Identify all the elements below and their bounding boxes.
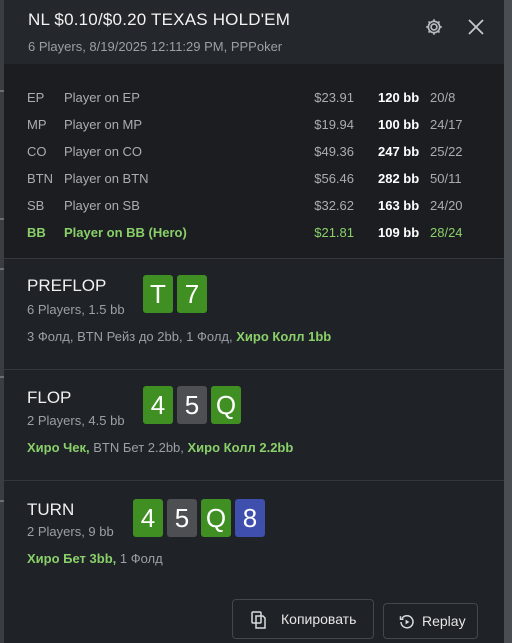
hero-player-row: BB Player on BB (Hero) $21.81 109 bb 28/… (4, 221, 504, 247)
replay-button-label: Replay (422, 613, 466, 629)
player-stack-bb: 100 bb (378, 117, 420, 132)
player-stack-bb: 120 bb (378, 90, 420, 105)
hand-history-panel: NL $0.10/$0.20 TEXAS HOLD'EM 6 Players, … (4, 0, 504, 643)
copy-button-label: Копировать (281, 611, 357, 627)
player-name: Player on EP (64, 90, 140, 105)
hero-action-text: Хиро Колл 2.2bb (187, 440, 294, 455)
player-stats: 50/11 (430, 171, 462, 186)
player-stack-bb: 247 bb (378, 144, 420, 159)
hole-card: 7 (177, 275, 207, 313)
player-name: Player on BB (Hero) (64, 225, 187, 240)
copy-icon (251, 611, 266, 629)
player-stack-dollars: $19.94 (314, 117, 354, 132)
player-position: MP (27, 117, 47, 132)
player-row: EP Player on EP $23.91 120 bb 20/8 (4, 86, 504, 112)
player-stack-dollars: $23.91 (314, 90, 354, 105)
street-info: 2 Players, 9 bb (27, 524, 114, 539)
player-stack-dollars: $49.36 (314, 144, 354, 159)
board-card: 5 (167, 499, 197, 537)
player-row: MP Player on MP $19.94 100 bb 24/17 (4, 113, 504, 139)
player-stack-dollars: $32.62 (314, 198, 354, 213)
hand-title: NL $0.10/$0.20 TEXAS HOLD'EM (28, 10, 291, 29)
action-text: 3 Фолд, BTN Рейз до 2bb, 1 Фолд, (27, 329, 237, 344)
hand-subtitle: 6 Players, 8/19/2025 12:11:29 PM, PPPoke… (28, 39, 283, 54)
player-name: Player on SB (64, 198, 140, 213)
player-stats: 24/20 (430, 198, 463, 213)
player-stack-bb: 282 bb (378, 171, 420, 186)
board-card: 8 (235, 499, 265, 537)
street-name: FLOP (27, 388, 72, 407)
street-actions: Хиро Бет 3bb, 1 Фолд (27, 551, 163, 566)
hero-action-text: Хиро Колл 1bb (236, 329, 332, 344)
street-flop: FLOP 2 Players, 4.5 bb 4 5 Q Хиро Чек, B… (4, 370, 504, 480)
player-stack-bb: 109 bb (378, 225, 420, 240)
street-actions: Хиро Чек, BTN Бет 2.2bb, Хиро Колл 2.2bb (27, 440, 293, 455)
street-preflop: PREFLOP 6 Players, 1.5 bb T 7 3 Фолд, BT… (4, 259, 504, 369)
player-name: Player on BTN (64, 171, 149, 186)
panel-header: NL $0.10/$0.20 TEXAS HOLD'EM 6 Players, … (4, 0, 504, 64)
player-position: SB (27, 198, 45, 213)
street-name: TURN (27, 500, 75, 519)
players-table: EP Player on EP $23.91 120 bb 20/8 MP Pl… (4, 64, 504, 258)
player-position: CO (27, 144, 47, 159)
street-actions: 3 Фолд, BTN Рейз до 2bb, 1 Фолд, Хиро Ко… (27, 329, 331, 344)
board-card: 4 (143, 386, 173, 424)
street-name: PREFLOP (27, 276, 107, 295)
copy-button[interactable]: Копировать (232, 599, 374, 639)
player-stack-bb: 163 bb (378, 198, 420, 213)
player-stack-dollars: $56.46 (314, 171, 354, 186)
replay-icon (399, 615, 414, 629)
street-turn: TURN 2 Players, 9 bb 4 5 Q 8 Хиро Бет 3b… (4, 481, 504, 591)
hero-action-text: Хиро Чек, (27, 440, 90, 455)
player-position: EP (27, 90, 45, 105)
player-position: BB (27, 225, 46, 240)
player-row: SB Player on SB $32.62 163 bb 24/20 (4, 194, 504, 220)
player-stack-dollars: $21.81 (314, 225, 354, 240)
close-icon[interactable] (464, 15, 488, 39)
player-row: CO Player on CO $49.36 247 bb 25/22 (4, 140, 504, 166)
action-text: BTN Бет 2.2bb, (89, 440, 188, 455)
player-name: Player on CO (64, 144, 143, 159)
hero-action-text: Хиро Бет 3bb, (27, 551, 117, 566)
player-stats: 24/17 (430, 117, 463, 132)
board-card: Q (211, 386, 241, 424)
hole-card: T (143, 275, 173, 313)
gear-icon[interactable] (423, 16, 445, 38)
player-position: BTN (27, 171, 53, 186)
player-stats: 28/24 (430, 225, 463, 240)
player-row: BTN Player on BTN $56.46 282 bb 50/11 (4, 167, 504, 193)
board-card: 5 (177, 386, 207, 424)
replay-button[interactable]: Replay (383, 603, 478, 639)
board-card: Q (201, 499, 231, 537)
board-card: 4 (133, 499, 163, 537)
player-stats: 20/8 (430, 90, 456, 105)
street-info: 2 Players, 4.5 bb (27, 413, 125, 428)
player-name: Player on MP (64, 117, 143, 132)
action-text: 1 Фолд (116, 551, 163, 566)
street-info: 6 Players, 1.5 bb (27, 302, 125, 317)
player-stats: 25/22 (430, 144, 463, 159)
